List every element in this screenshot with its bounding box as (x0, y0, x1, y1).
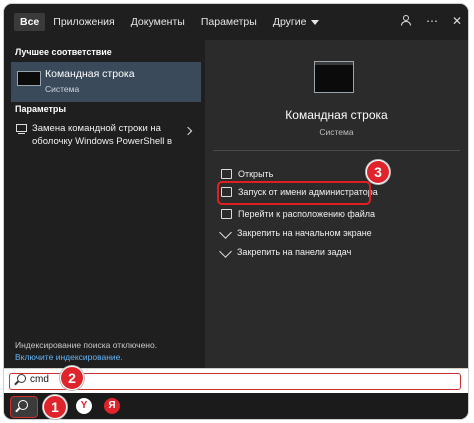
best-match-heading: Лучшее соответствие (15, 47, 112, 57)
pin-icon (219, 245, 232, 258)
person-icon[interactable] (400, 14, 412, 29)
top-icons: ⋯ ✕ (400, 14, 462, 29)
enable-indexing-link[interactable]: Включите индексирование. (15, 351, 157, 363)
action-open[interactable]: Открыть (221, 166, 273, 182)
close-icon[interactable]: ✕ (452, 14, 462, 29)
action-pin-start[interactable]: Закрепить на начальном экране (219, 225, 372, 241)
search-icon (18, 400, 28, 410)
step-badge-3: 3 (366, 160, 390, 184)
action-pin-start-label: Закрепить на начальном экране (237, 228, 372, 238)
yandex-icon[interactable]: Я (104, 398, 120, 414)
settings-icon (16, 124, 27, 134)
tab-settings[interactable]: Параметры (193, 13, 265, 31)
open-icon (221, 168, 232, 179)
search-icon (17, 374, 26, 383)
best-match-name: Командная строка (45, 68, 135, 80)
taskbar: Y Я (4, 393, 468, 419)
pin-icon (219, 226, 232, 239)
start-search-window: Все Приложения Документы Параметры Други… (4, 4, 468, 419)
cmd-large-icon (314, 61, 354, 93)
action-open-file-location[interactable]: Перейти к расположению файла (221, 206, 375, 222)
action-open-file-location-label: Перейти к расположению файла (238, 209, 376, 219)
search-button[interactable] (10, 396, 38, 418)
preview-app-subtitle: Система (319, 127, 354, 137)
preview-app-name: Командная строка (285, 108, 388, 122)
chevron-right-icon[interactable] (183, 126, 193, 136)
cmd-icon (17, 71, 41, 86)
tab-apps[interactable]: Приложения (45, 13, 122, 31)
settings-heading: Параметры (15, 104, 67, 114)
folder-icon (221, 208, 232, 219)
search-tabs: Все Приложения Документы Параметры Други… (4, 4, 468, 40)
run-as-admin-highlight (217, 181, 371, 205)
results-panel: Лучшее соответствие Командная строка Сис… (4, 40, 203, 368)
settings-result-label: Замена командной строки на оболочку Wind… (32, 123, 173, 147)
ellipsis-icon[interactable]: ⋯ (426, 14, 438, 29)
action-pin-taskbar-label: Закрепить на панели задач (237, 247, 352, 257)
best-match-item[interactable]: Командная строка Система (11, 62, 201, 102)
indexing-status: Индексирование поиска отключено. (15, 340, 158, 350)
step-badge-1: 1 (43, 395, 67, 419)
tab-documents[interactable]: Документы (123, 13, 193, 31)
settings-result-item[interactable]: Замена командной строки на оболочку Wind… (11, 118, 201, 152)
best-match-subtitle: Система (45, 84, 80, 94)
tab-other[interactable]: Другие (265, 13, 328, 31)
yandex-browser-icon[interactable]: Y (76, 398, 92, 414)
indexing-note: Индексирование поиска отключено. Включит… (15, 339, 157, 363)
tab-all[interactable]: Все (14, 13, 46, 31)
step-badge-2: 2 (60, 366, 84, 390)
divider (213, 150, 460, 151)
action-open-label: Открыть (238, 169, 274, 179)
action-pin-taskbar[interactable]: Закрепить на панели задач (219, 244, 352, 260)
